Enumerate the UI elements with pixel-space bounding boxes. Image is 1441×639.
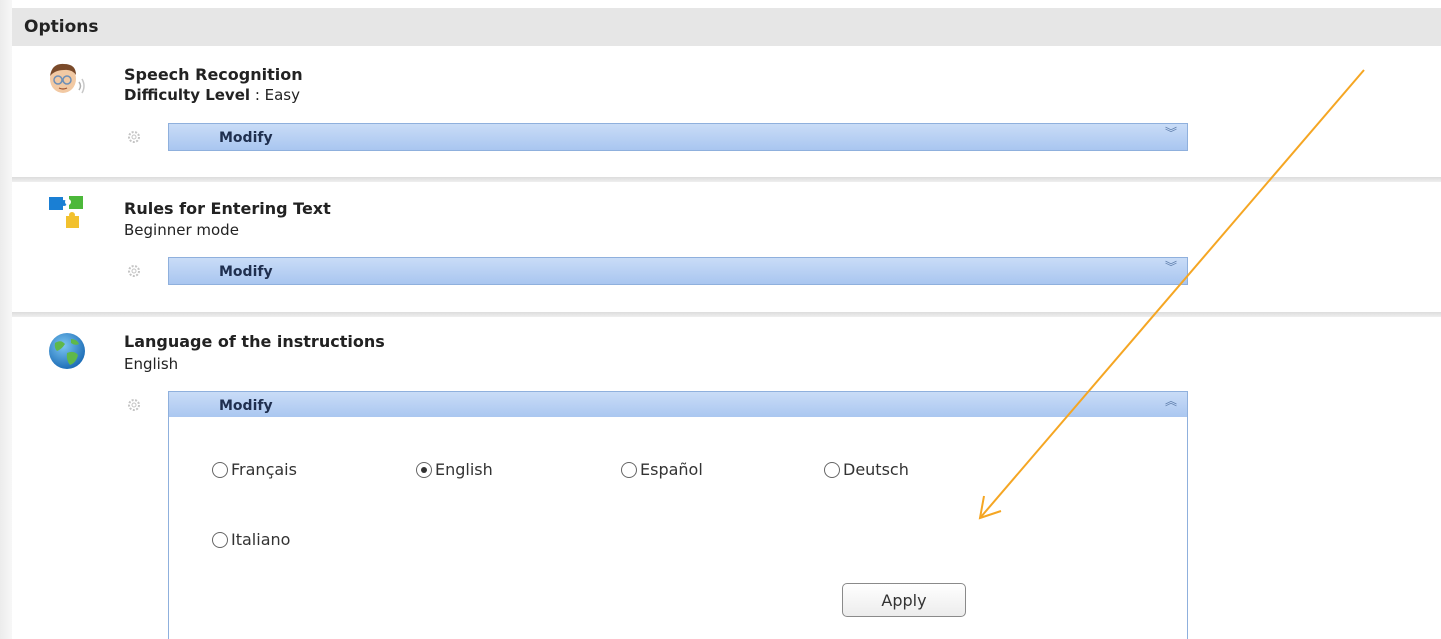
rules-entering-text-title: Rules for Entering Text (124, 199, 331, 218)
chevron-up-icon: ︽ (1164, 394, 1177, 408)
radio-deutsch-label: Deutsch (843, 460, 909, 479)
language-options-panel (168, 417, 1188, 639)
radio-button-checked-icon[interactable] (416, 461, 432, 478)
radio-espanol[interactable]: Español (621, 460, 703, 479)
radio-button-icon[interactable] (621, 461, 637, 478)
chevron-down-icon: ︾ (1164, 126, 1177, 140)
globe-icon (49, 333, 85, 369)
rules-mode-value: Beginner mode (124, 221, 239, 239)
difficulty-level-label: Difficulty Level (124, 86, 251, 104)
gear-icon (128, 399, 140, 411)
puzzle-pieces-icon (49, 196, 83, 228)
radio-button-icon[interactable] (212, 531, 228, 548)
apply-button[interactable]: Apply (842, 583, 966, 617)
language-modify-label: Modify (219, 398, 273, 414)
section-divider (12, 177, 1441, 182)
language-current-value: English (124, 355, 179, 373)
left-border (0, 0, 12, 639)
language-instructions-title: Language of the instructions (124, 332, 385, 351)
rules-modify-label: Modify (219, 264, 273, 280)
radio-deutsch[interactable]: Deutsch (824, 460, 909, 479)
language-modify-bar[interactable]: Modify ︽ (168, 391, 1188, 419)
radio-italiano[interactable]: Italiano (212, 530, 290, 549)
radio-english-label: English (435, 460, 493, 479)
radio-francais-label: Français (231, 460, 297, 479)
gear-icon (128, 265, 140, 277)
gear-icon (128, 131, 140, 143)
options-header: Options (12, 8, 1441, 46)
speech-modify-bar[interactable]: Modify ︾ (168, 123, 1188, 151)
radio-francais[interactable]: Français (212, 460, 297, 479)
difficulty-level-value: : Easy (254, 86, 300, 104)
section-divider (12, 312, 1441, 317)
chevron-down-icon: ︾ (1164, 260, 1177, 274)
speech-modify-label: Modify (219, 130, 273, 146)
radio-button-icon[interactable] (824, 461, 840, 478)
radio-button-icon[interactable] (212, 461, 228, 478)
radio-english[interactable]: English (416, 460, 493, 479)
options-title: Options (24, 17, 99, 37)
radio-espanol-label: Español (640, 460, 703, 479)
radio-italiano-label: Italiano (231, 530, 291, 549)
rules-modify-bar[interactable]: Modify ︾ (168, 257, 1188, 285)
difficulty-level-row: Difficulty Level : Easy (124, 86, 300, 104)
speech-recognition-title: Speech Recognition (124, 65, 303, 84)
options-page: Options Speech Recognition Difficulty Le… (0, 0, 1441, 639)
person-speaking-icon (50, 63, 85, 94)
